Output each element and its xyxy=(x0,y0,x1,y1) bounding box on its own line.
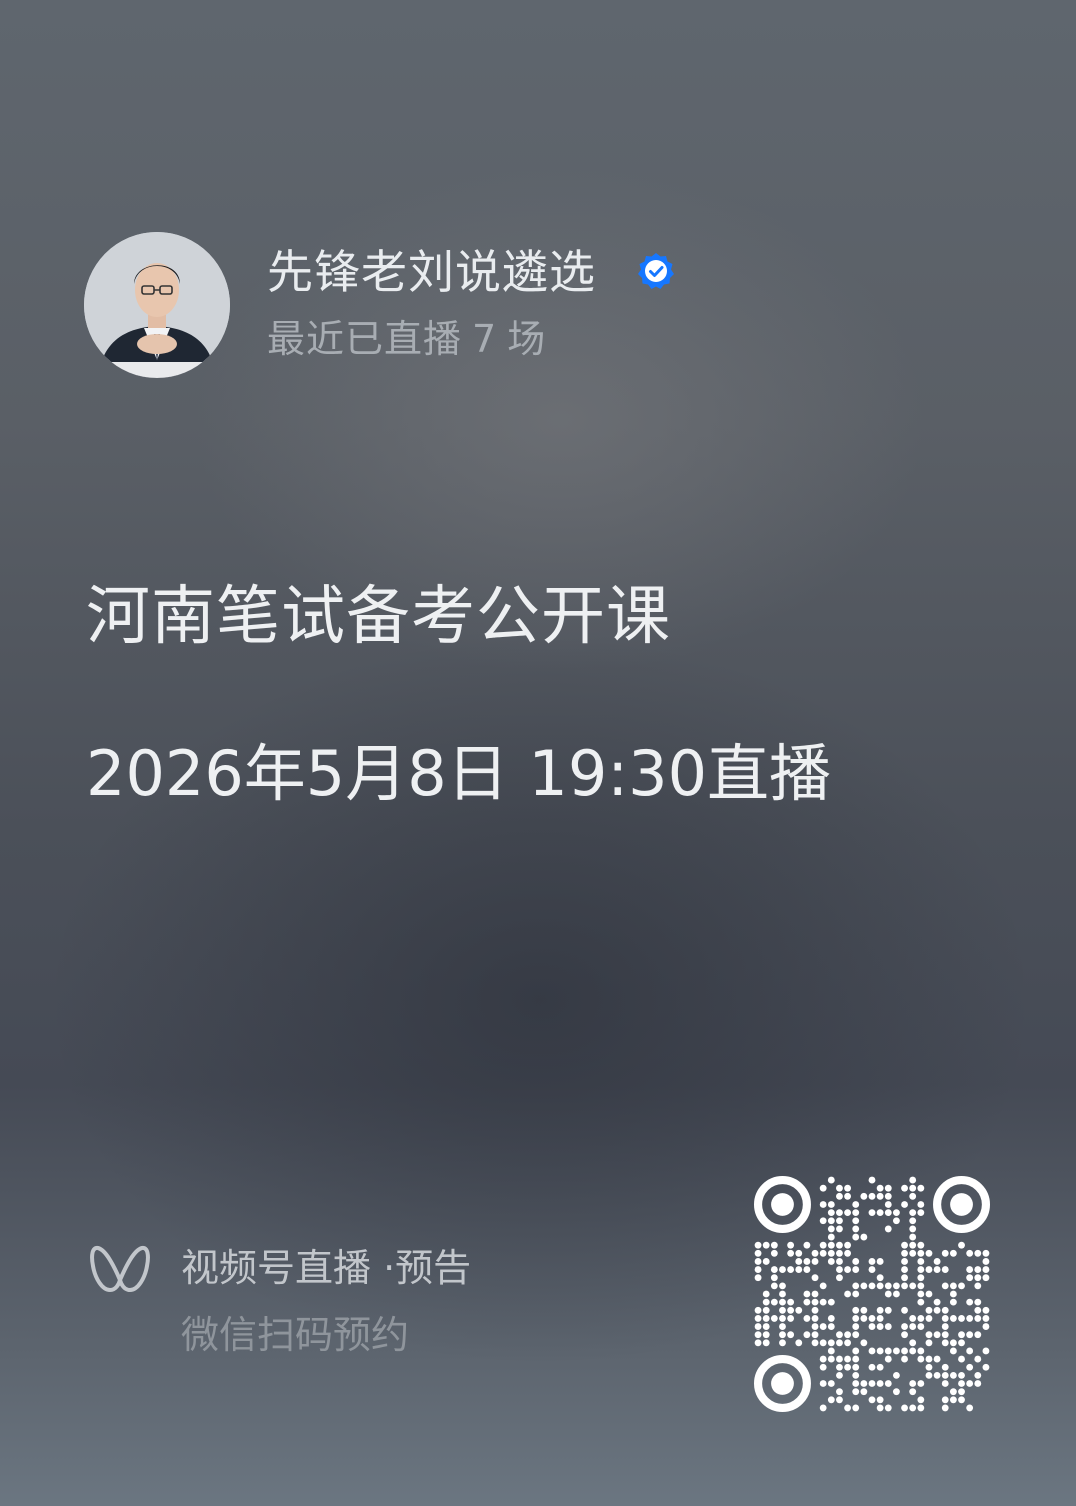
live-preview-card: 先锋老刘说遴选 最近已直播 7 场 河南笔试备考公开课 2026年5月8日 19:3… xyxy=(0,0,1076,1506)
verified-check-icon xyxy=(638,253,674,289)
qr-code[interactable] xyxy=(754,1176,990,1412)
channels-butterfly-icon xyxy=(90,1245,150,1292)
event-title: 河南笔试备考公开课 xyxy=(86,580,671,654)
avatar[interactable] xyxy=(84,232,230,378)
live-count-prefix: 最近已直播 xyxy=(267,317,463,361)
event-schedule: 2026年5月8日 19:30直播 xyxy=(86,737,832,810)
host-name[interactable]: 先锋老刘说遴选 xyxy=(267,244,596,300)
live-count-number: 7 xyxy=(472,317,498,361)
live-count-suffix: 场 xyxy=(507,317,547,361)
live-count-text: 最近已直播 7 场 xyxy=(267,316,546,362)
scan-hint: 微信扫码预约 xyxy=(181,1313,410,1357)
brand-label: 视频号直播 ·预告 xyxy=(181,1246,472,1290)
